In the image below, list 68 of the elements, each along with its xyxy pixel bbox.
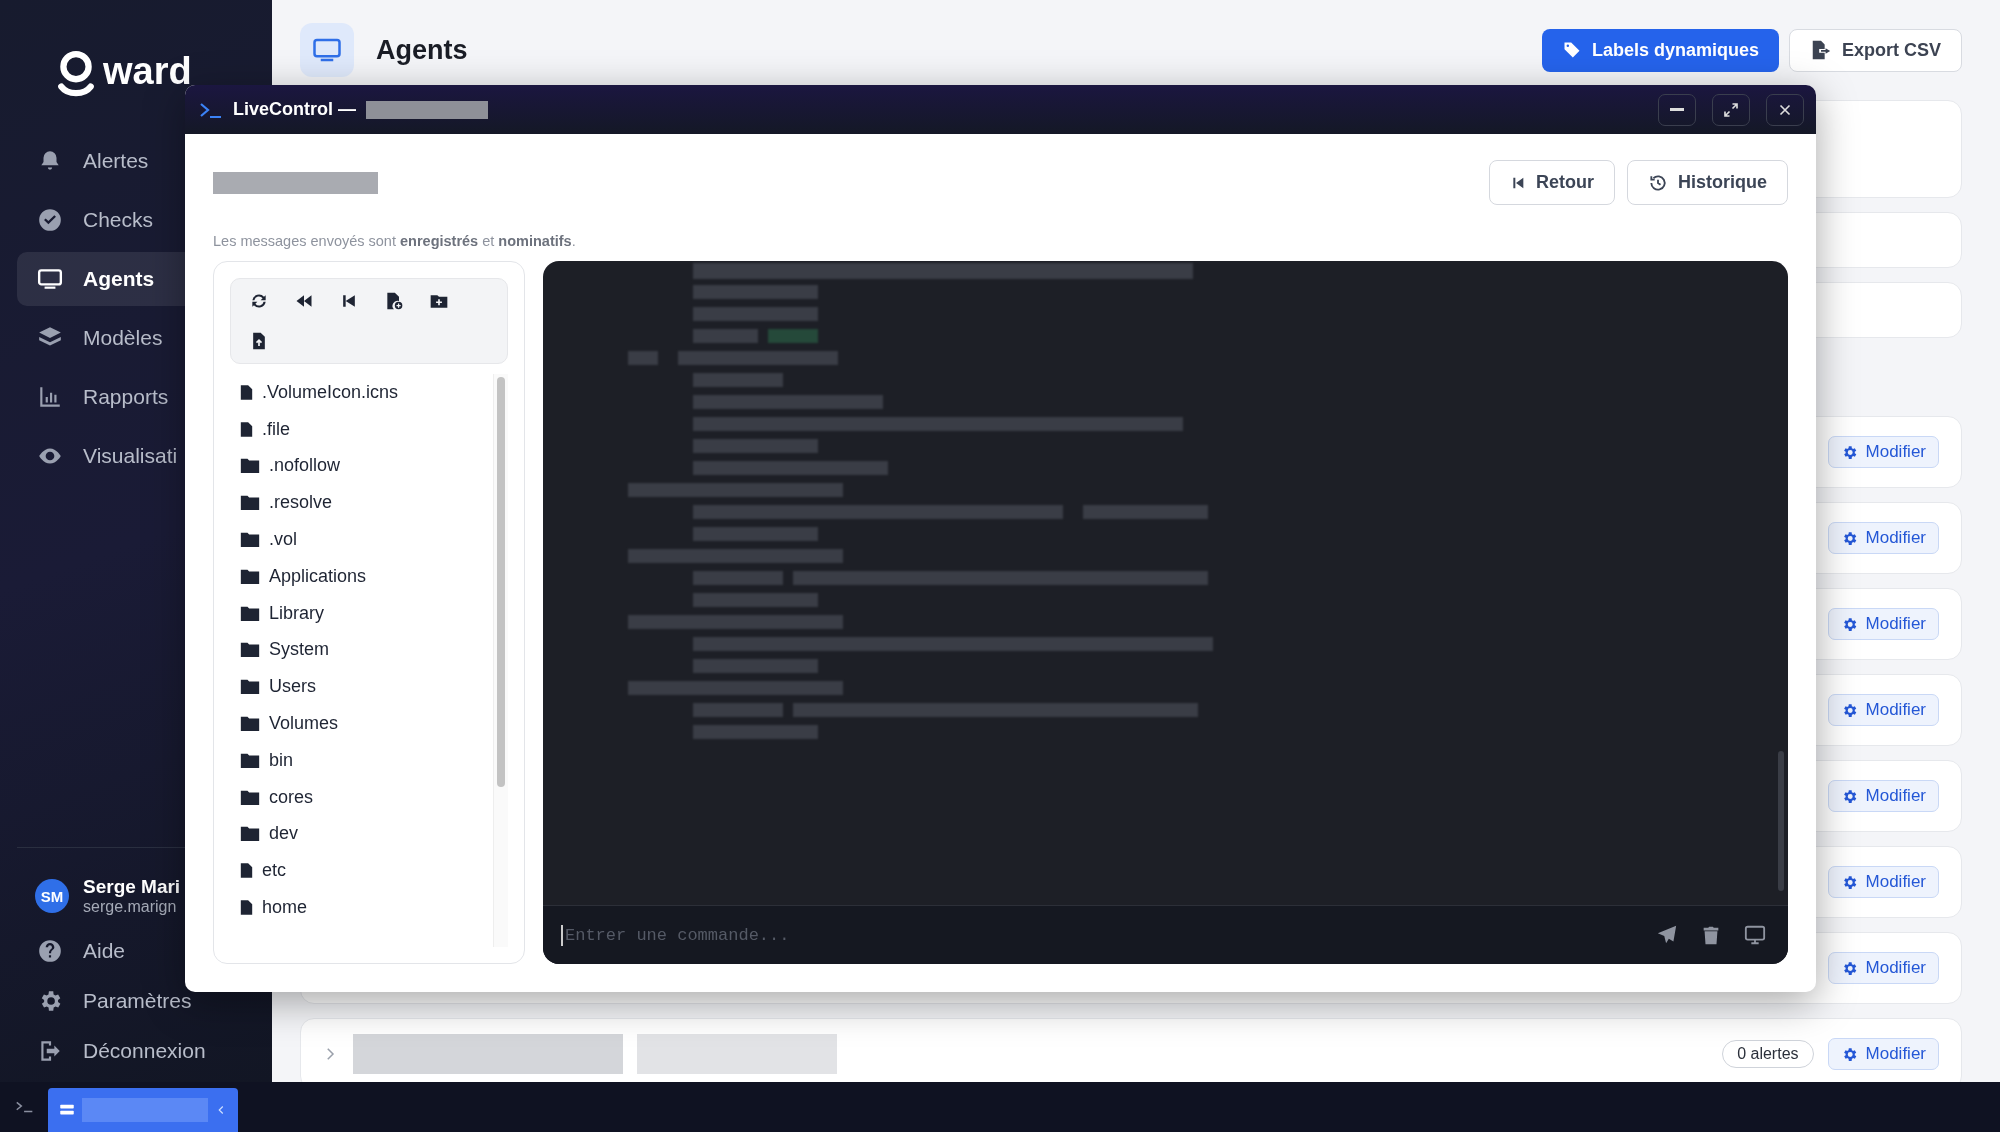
monitor-icon[interactable] — [1744, 924, 1766, 946]
folder-item[interactable]: .vol — [230, 521, 493, 558]
folder-item[interactable]: Volumes — [230, 705, 493, 742]
expand-icon — [1722, 100, 1740, 119]
file-icon — [240, 899, 253, 917]
minimize-button[interactable] — [1658, 93, 1696, 126]
nav-item[interactable]: Alertes — [17, 134, 255, 188]
folder-icon — [240, 825, 260, 843]
file-icon — [240, 862, 253, 880]
minimize-icon — [1669, 108, 1685, 111]
folder-icon — [240, 531, 260, 549]
nav-item[interactable]: Modèles — [17, 311, 255, 365]
notice-text: Les messages envoyés sont enregistrés et nominatifs. — [213, 233, 577, 249]
command-field[interactable]: Entrer une commande... — [543, 905, 1788, 964]
page-title: Agents — [376, 34, 468, 66]
help-icon — [37, 938, 63, 964]
user-email: serge.marign — [83, 898, 178, 916]
folder-item[interactable]: System — [230, 631, 493, 669]
chart-icon — [37, 384, 63, 410]
send-icon[interactable] — [1656, 924, 1678, 946]
folder-icon — [240, 457, 260, 475]
folder-item[interactable]: Library — [230, 594, 493, 632]
file-icon — [240, 383, 253, 401]
user-name: Serge Mari — [83, 876, 181, 898]
folder-item[interactable]: cores — [230, 778, 493, 816]
folder-item[interactable]: Users — [230, 668, 493, 706]
modify-button[interactable]: Modifier — [1827, 866, 1939, 898]
labels-button[interactable]: Labels dynamiques — [1541, 28, 1779, 72]
folder-icon — [240, 751, 260, 769]
modify-button[interactable]: Modifier — [1827, 952, 1939, 984]
history-icon — [1648, 172, 1668, 193]
modify-button[interactable]: Modifier — [1827, 522, 1939, 554]
folder-icon — [240, 788, 260, 806]
folder-icon — [240, 715, 260, 733]
export-button[interactable]: Export CSV — [1788, 28, 1962, 72]
monitor-icon — [37, 266, 63, 292]
file-item[interactable]: etc — [230, 852, 493, 890]
close-button[interactable] — [1766, 93, 1804, 126]
modify-button[interactable]: Modifier — [1827, 436, 1939, 468]
refresh-icon[interactable] — [249, 291, 269, 311]
file-icon — [240, 420, 253, 438]
check-icon — [37, 207, 63, 233]
folder-icon — [240, 567, 260, 585]
window-title: LiveControl — — [233, 99, 356, 120]
modify-button[interactable]: Modifier — [1827, 1038, 1939, 1070]
modify-button[interactable]: Modifier — [1827, 780, 1939, 812]
folder-item[interactable]: dev — [230, 815, 493, 853]
nav-item[interactable]: Aide — [17, 926, 255, 976]
nav-item[interactable]: Paramètres — [17, 976, 255, 1026]
folder-item[interactable]: .resolve — [230, 484, 493, 522]
back-button[interactable]: Retour — [1489, 160, 1615, 205]
brand-name: ward — [103, 49, 192, 93]
folder-icon — [240, 604, 260, 622]
modify-button[interactable]: Modifier — [1827, 694, 1939, 726]
modify-button[interactable]: Modifier — [1827, 608, 1939, 640]
folder-icon — [240, 678, 260, 696]
nav-item[interactable]: Déconnexion — [17, 1026, 255, 1076]
file-item[interactable]: home — [230, 889, 493, 926]
history-button[interactable]: Historique — [1627, 160, 1788, 205]
maximize-button[interactable] — [1712, 93, 1750, 126]
user-avatar: SM — [35, 879, 69, 913]
folder-icon — [240, 641, 260, 659]
new-file-icon[interactable] — [384, 291, 404, 311]
command-input[interactable]: Entrer une commande... — [561, 924, 1634, 946]
folder-icon — [240, 494, 260, 512]
folder-item[interactable]: bin — [230, 741, 493, 779]
folder-item[interactable]: Applications — [230, 558, 493, 595]
scrollbar[interactable] — [493, 374, 508, 947]
